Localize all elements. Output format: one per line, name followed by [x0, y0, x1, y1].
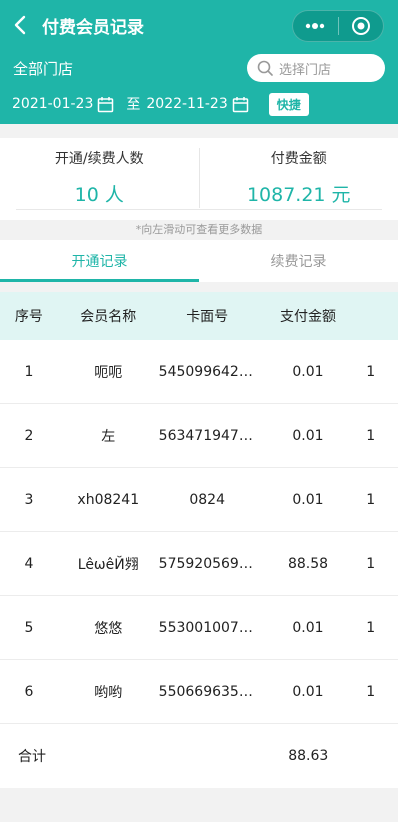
member-count-caption: 开通/续费人数 [54, 151, 144, 167]
spacer [0, 282, 398, 292]
cell-payment-amount: 0.01 [292, 683, 324, 700]
header-card-number: 卡面号 [186, 309, 229, 325]
cell-member-name: xh08241 [77, 491, 140, 508]
start-date[interactable]: 2021-01-23 [12, 96, 93, 112]
table-row[interactable]: 6 哟哟 55066963547… 0.01 1 [0, 660, 398, 724]
payment-amount-cell: 付费金额 1087.21 元 [200, 138, 398, 220]
cell-payment-amount: 0.01 [292, 491, 324, 508]
payment-amount-caption: 付费金额 [270, 151, 327, 167]
cell-member-name: 呃呃 [94, 364, 123, 381]
record-tabs: 开通记录 续费记录 [0, 240, 398, 282]
cell-member-name: 左 [101, 428, 116, 445]
chevron-left-icon [14, 15, 26, 35]
scroll-hint: *向左滑动可查看更多数据 [0, 220, 398, 240]
cell-member-name: LêωêЙ翙 [77, 556, 139, 573]
cell-overflow: 1 [366, 683, 376, 700]
more-dots-icon [306, 23, 325, 29]
nav-bar: 付费会员记录 [0, 0, 398, 50]
table-row[interactable]: 4 LêωêЙ翙 57592056931… 88.58 1 [0, 532, 398, 596]
target-icon [351, 17, 370, 35]
total-label: 合计 [18, 749, 46, 765]
cell-payment-amount: 0.01 [292, 427, 324, 444]
cell-card-number: 0824 [189, 491, 225, 508]
to-label: 至 [126, 97, 141, 113]
table-row[interactable]: 1 呃呃 54509964272… 0.01 1 [0, 340, 398, 404]
search-icon [257, 60, 273, 76]
date-range-row: 2021-01-23 至 2022-11-23 快捷 [0, 86, 398, 122]
header-payment-amount: 支付金额 [279, 309, 336, 325]
store-row: 全部门店 选择门店 [0, 50, 398, 86]
summary-card: 开通/续费人数 10 人 付费金额 1087.21 元 [0, 138, 398, 220]
search-placeholder: 选择门店 [279, 62, 332, 78]
close-mini-program-button[interactable] [339, 11, 384, 41]
cell-no: 3 [24, 491, 34, 508]
back-button[interactable] [0, 0, 40, 50]
cell-overflow: 1 [366, 427, 376, 444]
member-count-cell: 开通/续费人数 10 人 [0, 138, 199, 220]
cell-card-number: 55300100722… [158, 619, 256, 636]
tab-open-records[interactable]: 开通记录 [0, 240, 199, 282]
table-header: 序号 会员名称 卡面号 支付金额 [0, 292, 398, 340]
cell-card-number: 55066963547… [158, 683, 256, 700]
records-table[interactable]: 序号 会员名称 卡面号 支付金额 1 呃呃 54509964272… 0.01 … [0, 292, 398, 788]
header-member-name: 会员名称 [80, 309, 137, 325]
payment-amount-value: 1087.21 元 [246, 184, 351, 206]
cell-overflow: 1 [366, 619, 376, 636]
cell-payment-amount: 0.01 [292, 619, 324, 636]
more-button[interactable] [293, 11, 338, 41]
cell-card-number: 54509964272… [158, 363, 256, 380]
member-count-value: 10 人 [74, 184, 124, 206]
calendar-icon[interactable] [97, 96, 114, 113]
table-row[interactable]: 3 xh08241 0824 0.01 1 [0, 468, 398, 532]
table-row[interactable]: 5 悠悠 55300100722… 0.01 1 [0, 596, 398, 660]
page-bottom [0, 788, 398, 822]
header: 付费会员记录 全部门店 选择门店 2021-01-23 至 2022-11-23… [0, 0, 398, 124]
cell-member-name: 悠悠 [94, 620, 123, 637]
cell-overflow: 1 [366, 491, 376, 508]
page-title: 付费会员记录 [42, 17, 144, 38]
quick-select-button[interactable]: 快捷 [268, 92, 309, 116]
store-selector-label[interactable]: 全部门店 [13, 58, 73, 79]
cell-member-name: 哟哟 [94, 684, 123, 701]
total-amount: 88.63 [288, 748, 329, 764]
end-date[interactable]: 2022-11-23 [146, 96, 227, 112]
cell-no: 4 [24, 555, 34, 572]
tab-renew-records[interactable]: 续费记录 [199, 240, 398, 282]
cell-payment-amount: 0.01 [292, 363, 324, 380]
cell-no: 2 [24, 427, 34, 444]
cell-no: 6 [24, 683, 34, 700]
cell-payment-amount: 88.58 [287, 555, 329, 572]
store-search-input[interactable]: 选择门店 [247, 54, 385, 82]
header-no: 序号 [14, 309, 43, 325]
mini-program-capsule [292, 10, 384, 42]
cell-overflow: 1 [366, 363, 376, 380]
table-row[interactable]: 2 左 56347194796… 0.01 1 [0, 404, 398, 468]
cell-no: 1 [24, 363, 34, 380]
calendar-icon[interactable] [232, 96, 249, 113]
summary-bottom-line [16, 209, 382, 210]
cell-no: 5 [24, 619, 34, 636]
table-total-row: 合计 88.63 [0, 724, 398, 788]
cell-overflow: 1 [366, 555, 376, 572]
cell-card-number: 56347194796… [158, 427, 256, 444]
cell-card-number: 57592056931… [158, 555, 256, 572]
active-tab-indicator [0, 279, 199, 282]
